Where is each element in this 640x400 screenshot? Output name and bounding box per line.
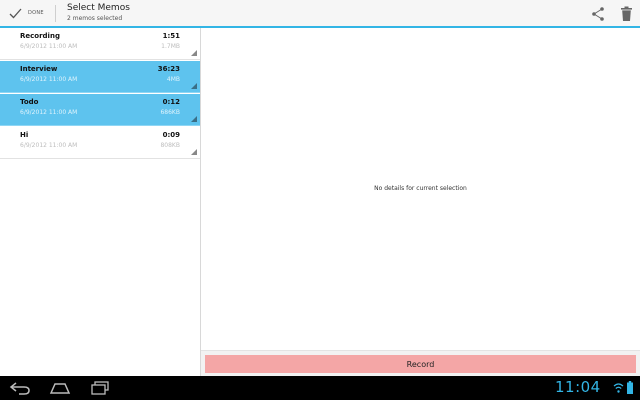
action-bar-divider bbox=[55, 5, 56, 22]
memo-size: 686KB bbox=[160, 109, 180, 116]
memo-title: Hi bbox=[20, 131, 29, 139]
wifi-icon bbox=[613, 383, 624, 393]
memo-duration: 0:09 bbox=[162, 131, 180, 139]
done-label: DONE bbox=[28, 10, 44, 16]
memo-title: Todo bbox=[20, 98, 39, 106]
action-bar: DONE Select Memos 2 memos selected bbox=[0, 0, 640, 28]
corner-indicator-icon bbox=[191, 116, 197, 122]
home-icon[interactable] bbox=[49, 381, 71, 395]
memo-date: 6/9/2012 11:00 AM bbox=[20, 142, 78, 149]
memo-item-recording[interactable]: Recording 6/9/2012 11:00 AM 1:51 1.7MB bbox=[0, 28, 200, 60]
memo-list: Recording 6/9/2012 11:00 AM 1:51 1.7MB I… bbox=[0, 28, 200, 376]
memo-duration: 1:51 bbox=[162, 32, 180, 40]
done-button[interactable]: DONE bbox=[0, 0, 55, 26]
system-bar: 11:04 bbox=[0, 376, 640, 400]
corner-indicator-icon bbox=[191, 50, 197, 56]
memo-size: 1.7MB bbox=[161, 43, 180, 50]
memo-size: 4MB bbox=[166, 76, 180, 83]
record-button[interactable]: Record bbox=[205, 355, 636, 373]
share-icon[interactable] bbox=[590, 6, 606, 22]
details-pane: No details for current selection bbox=[201, 28, 640, 350]
memo-title: Recording bbox=[20, 32, 60, 40]
memo-size: 808KB bbox=[160, 142, 180, 149]
memo-title: Interview bbox=[20, 65, 58, 73]
memo-item-todo[interactable]: Todo 6/9/2012 11:00 AM 0:12 686KB bbox=[0, 94, 200, 126]
recent-apps-icon[interactable] bbox=[90, 381, 110, 395]
corner-indicator-icon bbox=[191, 83, 197, 89]
memo-duration: 36:23 bbox=[157, 65, 180, 73]
memo-date: 6/9/2012 11:00 AM bbox=[20, 43, 78, 50]
back-icon[interactable] bbox=[9, 381, 31, 395]
battery-icon bbox=[627, 381, 633, 394]
action-bar-title: Select Memos bbox=[67, 3, 130, 13]
checkmark-icon bbox=[9, 8, 22, 18]
memo-item-hi[interactable]: Hi 6/9/2012 11:00 AM 0:09 808KB bbox=[0, 127, 200, 159]
record-bar: Record bbox=[201, 350, 640, 376]
memo-date: 6/9/2012 11:00 AM bbox=[20, 76, 78, 83]
action-bar-subtitle: 2 memos selected bbox=[67, 15, 123, 22]
memo-item-interview[interactable]: Interview 6/9/2012 11:00 AM 36:23 4MB bbox=[0, 61, 200, 93]
corner-indicator-icon bbox=[191, 149, 197, 155]
details-empty-message: No details for current selection bbox=[374, 185, 467, 192]
clock: 11:04 bbox=[555, 378, 601, 396]
memo-date: 6/9/2012 11:00 AM bbox=[20, 109, 78, 116]
trash-icon[interactable] bbox=[620, 6, 633, 22]
memo-duration: 0:12 bbox=[162, 98, 180, 106]
